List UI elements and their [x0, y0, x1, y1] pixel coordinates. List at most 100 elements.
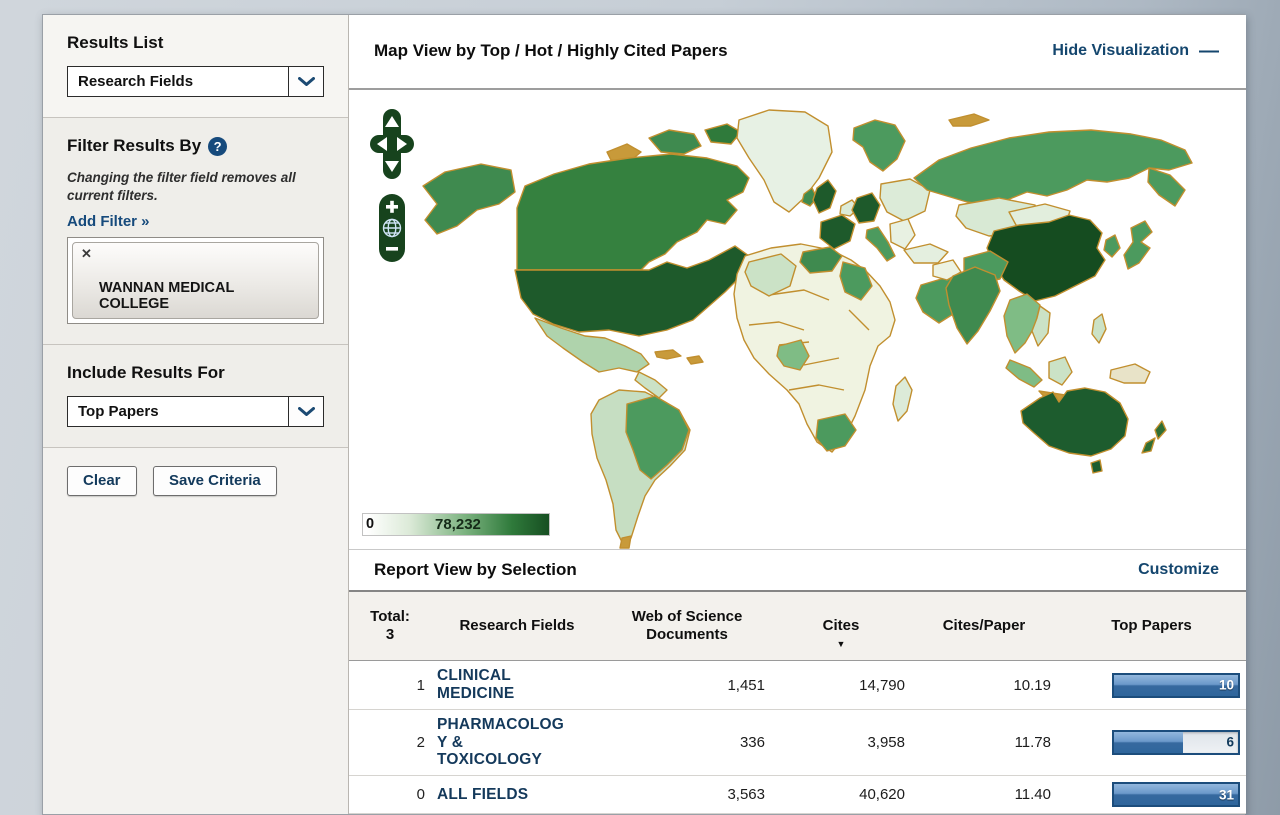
hide-visualization-label: Hide Visualization	[1052, 42, 1189, 60]
map-country[interactable]	[1049, 357, 1072, 385]
filter-title: Filter Results By ?	[67, 136, 324, 156]
map-country[interactable]	[914, 130, 1192, 205]
legend-min-value: 0	[366, 516, 374, 532]
map-country[interactable]	[1110, 364, 1150, 383]
filter-note: Changing the filter field removes all cu…	[67, 169, 324, 205]
include-results-title: Include Results For	[67, 363, 324, 383]
save-criteria-button[interactable]: Save Criteria	[153, 466, 277, 496]
row-cites-per-paper: 11.78	[911, 709, 1057, 775]
row-cites: 14,790	[771, 661, 911, 709]
top-papers-bar: 31	[1112, 782, 1240, 807]
map-zoom-control[interactable]	[378, 193, 406, 263]
map-country[interactable]	[1006, 360, 1042, 387]
row-rank: 0	[349, 776, 431, 814]
row-docs: 336	[603, 709, 771, 775]
filter-tag-label: WANNAN MEDICAL COLLEGE	[99, 280, 234, 312]
table-row: 2 PHARMACOLOG Y & TOXICOLOGY 336 3,958 1…	[349, 709, 1246, 775]
hide-visualization-link[interactable]: Hide Visualization —	[1052, 41, 1219, 61]
world-map[interactable]	[349, 90, 1246, 549]
table-row: 0 ALL FIELDS 3,563 40,620 11.40 31	[349, 776, 1246, 814]
app-window: Results List Research Fields Filter Resu…	[42, 14, 1245, 815]
research-field-link[interactable]: CLINICAL MEDICINE	[437, 667, 514, 702]
zoom-out-icon	[386, 247, 398, 251]
map-country[interactable]	[517, 154, 749, 270]
row-cites: 40,620	[771, 776, 911, 814]
map-country[interactable]	[890, 219, 915, 249]
add-filter-link[interactable]: Add Filter »	[67, 213, 150, 230]
customize-link[interactable]: Customize	[1138, 561, 1219, 579]
research-field-link[interactable]: PHARMACOLOG Y & TOXICOLOGY	[437, 716, 564, 768]
map-country[interactable]	[820, 215, 855, 249]
map-country[interactable]	[687, 356, 703, 364]
filter-section: Filter Results By ? Changing the filter …	[43, 118, 348, 345]
table-header-row: Total: 3 Research Fields Web of Science …	[349, 592, 1246, 661]
include-results-section: Include Results For Top Papers	[43, 345, 348, 448]
top-papers-value: 10	[1219, 678, 1234, 693]
row-rank: 2	[349, 709, 431, 775]
research-field-link[interactable]: ALL FIELDS	[437, 786, 528, 803]
map-country[interactable]	[1124, 221, 1152, 269]
row-cites-per-paper: 11.40	[911, 776, 1057, 814]
map-country[interactable]	[655, 350, 681, 359]
col-header-total: Total: 3	[349, 592, 431, 661]
map-view-title: Map View by Top / Hot / Highly Cited Pap…	[374, 41, 728, 61]
report-view-title: Report View by Selection	[374, 560, 577, 580]
map-country[interactable]	[423, 164, 515, 234]
col-header-cites-per-paper: Cites/Paper	[911, 592, 1057, 661]
results-list-section: Results List Research Fields	[43, 15, 348, 118]
report-table: Total: 3 Research Fields Web of Science …	[349, 592, 1246, 814]
active-filters-box: ✕ WANNAN MEDICAL COLLEGE	[67, 237, 324, 324]
map-country[interactable]	[1155, 421, 1166, 439]
map-country[interactable]	[904, 244, 948, 263]
map-country[interactable]	[853, 120, 905, 171]
map-controls	[369, 108, 429, 268]
main-panel: Map View by Top / Hot / Highly Cited Pap…	[349, 15, 1246, 814]
table-row: 1 CLINICAL MEDICINE 1,451 14,790 10.19 1…	[349, 661, 1246, 709]
results-list-dropdown[interactable]: Research Fields	[67, 66, 324, 97]
filter-tag-wannan-medical-college[interactable]: ✕ WANNAN MEDICAL COLLEGE	[72, 242, 319, 319]
map-country[interactable]	[1091, 460, 1102, 473]
map-country[interactable]	[893, 377, 912, 421]
col-header-cites-sort[interactable]: Cites ▼	[771, 592, 911, 661]
map-country[interactable]	[1092, 314, 1106, 343]
map-country[interactable]	[1021, 388, 1128, 456]
map-color-legend: 0 78,232	[362, 513, 550, 536]
filter-title-text: Filter Results By	[67, 136, 201, 156]
map-country[interactable]	[620, 536, 631, 548]
results-list-title: Results List	[67, 33, 324, 53]
col-header-wos-documents: Web of Science Documents	[603, 592, 771, 661]
row-docs: 1,451	[603, 661, 771, 709]
map-country[interactable]	[1142, 438, 1155, 453]
top-papers-bar: 6	[1112, 730, 1240, 755]
map-country[interactable]	[949, 114, 989, 126]
top-papers-value: 31	[1219, 787, 1234, 802]
clear-button[interactable]: Clear	[67, 466, 137, 496]
include-results-dropdown-value: Top Papers	[68, 403, 159, 420]
include-results-dropdown[interactable]: Top Papers	[67, 396, 324, 427]
map-country[interactable]	[649, 130, 701, 154]
world-map-area: 0 78,232	[349, 90, 1246, 549]
results-list-dropdown-value: Research Fields	[68, 73, 193, 90]
row-cites: 3,958	[771, 709, 911, 775]
col-header-research-fields: Research Fields	[431, 592, 603, 661]
map-pan-control[interactable]	[369, 108, 415, 180]
report-view-header: Report View by Selection Customize	[349, 549, 1246, 592]
map-country[interactable]	[946, 267, 1000, 344]
map-country[interactable]	[852, 193, 880, 223]
sidebar: Results List Research Fields Filter Resu…	[43, 15, 349, 814]
map-country[interactable]	[1104, 235, 1120, 257]
row-cites-per-paper: 10.19	[911, 661, 1057, 709]
cites-label: Cites	[823, 617, 860, 634]
map-country[interactable]	[987, 215, 1105, 301]
remove-filter-icon[interactable]: ✕	[81, 247, 92, 262]
chevron-down-icon	[288, 397, 323, 426]
actions-section: Clear Save Criteria	[43, 448, 348, 814]
map-country[interactable]	[1148, 168, 1185, 206]
sort-desc-icon: ▼	[837, 639, 846, 649]
top-papers-value: 6	[1226, 735, 1234, 750]
map-country[interactable]	[705, 124, 741, 144]
col-header-top-papers: Top Papers	[1057, 592, 1246, 661]
chevron-down-icon	[288, 67, 323, 96]
map-country[interactable]	[813, 180, 836, 213]
help-icon[interactable]: ?	[208, 137, 227, 156]
